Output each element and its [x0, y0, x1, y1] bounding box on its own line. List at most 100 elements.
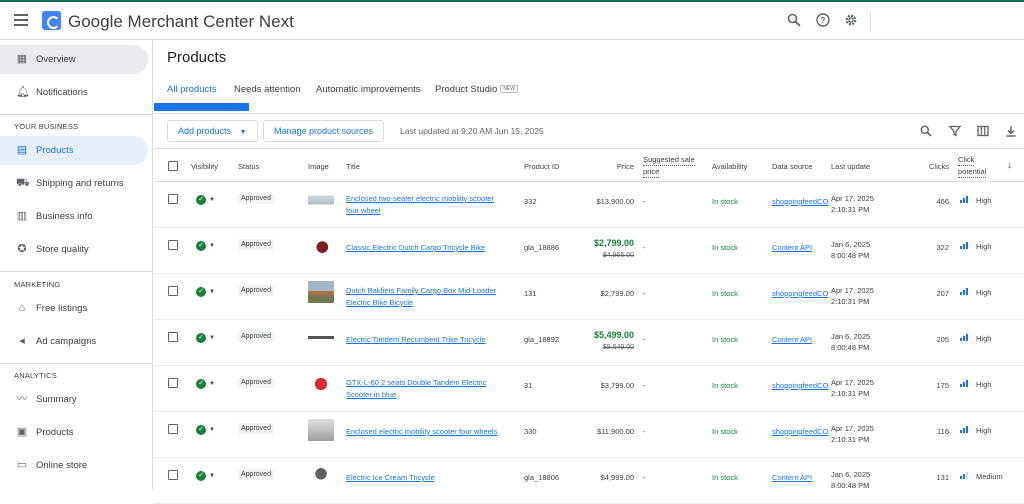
table-row[interactable]: ✓ ▼ Approved GTX-L-60 2 seats Double Tandem… [154, 366, 1024, 412]
col-suggested-price-line2[interactable]: price [643, 166, 660, 178]
col-data-source[interactable]: Data source [772, 162, 812, 171]
product-image[interactable] [308, 281, 334, 303]
check-circle-icon[interactable]: ✓ [196, 333, 206, 343]
chevron-down-icon[interactable]: ▼ [209, 335, 215, 341]
signal-bar [960, 476, 962, 479]
data-source-link[interactable]: shoppingfeedCO [772, 289, 828, 298]
chevron-down-icon[interactable]: ▼ [209, 473, 215, 479]
chevron-down-icon[interactable]: ▼ [209, 381, 215, 387]
table-row[interactable]: ✓ ▼ Approved Electric Ice Cream Tricycle gla… [154, 458, 1024, 504]
col-last-update[interactable]: Last update [831, 162, 870, 171]
col-status[interactable]: Status [238, 162, 259, 171]
table-row[interactable]: ✓ ▼ Approved Classic Electric Dutch Cargo T… [154, 228, 1024, 274]
row-checkbox[interactable] [168, 332, 178, 342]
product-title-link[interactable]: Enclosed two-seater electric mobility sc… [346, 193, 506, 217]
chevron-down-icon[interactable]: ▼ [209, 243, 215, 249]
sidebar-item-online-store[interactable]: ▭ Online store [0, 451, 148, 480]
product-id: 332 [524, 197, 537, 206]
app-title: Google Merchant Center Next [68, 12, 294, 31]
sidebar-item-business-info[interactable]: ▥ Business info [0, 202, 148, 231]
row-checkbox[interactable] [168, 470, 178, 480]
sidebar-item-analytics-products[interactable]: ▣ Products [0, 418, 148, 447]
product-image[interactable] [308, 189, 334, 211]
check-circle-icon[interactable]: ✓ [196, 241, 206, 251]
product-title-link[interactable]: Electric Ice Cream Tricycle [346, 472, 506, 484]
sidebar-item-products[interactable]: ▤ Products [0, 136, 148, 165]
row-checkbox[interactable] [168, 286, 178, 296]
tab-label: Product Studio [435, 84, 498, 95]
table-row[interactable]: ✓ ▼ Approved Electric Tandem Recumbent Trik… [154, 320, 1024, 366]
clicks-count: 322 [936, 243, 949, 252]
menu-icon[interactable] [14, 14, 28, 26]
table-row[interactable]: ✓ ▼ Approved Enclosed two-seater electric m… [154, 182, 1024, 228]
col-suggested-price-line1[interactable]: Suggested sale [643, 154, 695, 166]
tab-automatic-improvements[interactable]: Automatic improvements [316, 84, 421, 95]
clicks-count: 466 [936, 197, 949, 206]
product-image[interactable] [308, 419, 334, 441]
product-image[interactable] [308, 235, 334, 257]
product-image[interactable] [308, 373, 334, 395]
chevron-down-icon[interactable]: ▼ [209, 289, 215, 295]
select-all-checkbox[interactable] [168, 161, 178, 171]
sort-arrow-icon[interactable]: ↓ [1007, 160, 1012, 171]
tab-product-studio[interactable]: Product Studio NEW [435, 84, 518, 95]
data-source-link[interactable]: shoppingfeedCO [772, 381, 828, 390]
row-checkbox[interactable] [168, 378, 178, 388]
product-image[interactable] [308, 327, 334, 349]
col-availability[interactable]: Availability [712, 162, 747, 171]
check-circle-icon[interactable]: ✓ [196, 471, 206, 481]
columns-icon[interactable] [977, 125, 989, 137]
add-products-button[interactable]: Add products ▼ [167, 120, 258, 142]
col-visibility[interactable]: Visibility [191, 162, 218, 171]
table-row[interactable]: ✓ ▼ Approved Enclosed electric mobility sco… [154, 412, 1024, 458]
status-badge: Approved [238, 331, 274, 342]
filter-icon[interactable] [948, 125, 962, 137]
download-icon[interactable] [1005, 125, 1017, 137]
last-update: Apr 17, 2025 2:10:31 PM [831, 193, 874, 215]
signal-bar [963, 474, 965, 479]
row-checkbox[interactable] [168, 240, 178, 250]
product-title-link[interactable]: Dutch Bakfiets Family Cargo Box Mid-Load… [346, 285, 506, 309]
row-checkbox[interactable] [168, 194, 178, 204]
settings-icon[interactable] [843, 13, 859, 29]
product-title-link[interactable]: Classic Electric Dutch Cargo Tricycle Bi… [346, 242, 506, 254]
data-source-link[interactable]: Content API [772, 473, 812, 482]
data-source-link[interactable]: shoppingfeedCO [772, 427, 828, 436]
col-click-potential-line2[interactable]: potential [958, 166, 987, 178]
row-checkbox[interactable] [168, 424, 178, 434]
check-circle-icon[interactable]: ✓ [196, 425, 206, 435]
product-image[interactable] [308, 465, 334, 487]
chevron-down-icon[interactable]: ▼ [209, 427, 215, 433]
col-title[interactable]: Title [346, 162, 360, 171]
table-row[interactable]: ✓ ▼ Approved Dutch Bakfiets Family Cargo Bo… [154, 274, 1024, 320]
sidebar-item-summary[interactable]: 〰 Summary [0, 385, 148, 414]
col-clicks[interactable]: Clicks [919, 162, 949, 171]
col-product-id[interactable]: Product ID [524, 162, 559, 171]
sidebar-item-ad-campaigns[interactable]: ◂ Ad campaigns [0, 327, 148, 356]
sidebar-item-overview[interactable]: ▦ Overview [0, 45, 148, 74]
chevron-down-icon[interactable]: ▼ [209, 197, 215, 203]
product-title-link[interactable]: Electric Tandem Recumbent Trike Tricycle [346, 334, 506, 346]
sidebar-item-notifications[interactable]: 🔔︎ Notifications [0, 78, 148, 107]
check-circle-icon[interactable]: ✓ [196, 287, 206, 297]
search-icon[interactable] [786, 13, 802, 29]
data-source-link[interactable]: Content API [772, 243, 812, 252]
col-click-potential-line1[interactable]: Click [958, 154, 975, 166]
check-circle-icon[interactable]: ✓ [196, 379, 206, 389]
sidebar-item-free-listings[interactable]: ⌂ Free listings [0, 294, 148, 323]
col-price[interactable]: Price [574, 162, 634, 171]
manage-sources-button[interactable]: Manage product sources [263, 120, 385, 142]
sidebar-item-store-quality[interactable]: ✪ Store quality [0, 235, 148, 264]
search-icon[interactable] [920, 125, 932, 137]
check-circle-icon[interactable]: ✓ [196, 195, 206, 205]
data-source-link[interactable]: shoppingfeedCO [772, 197, 828, 206]
tab-needs-attention[interactable]: Needs attention [234, 84, 301, 95]
status-badge: Approved [238, 377, 274, 388]
sidebar-item-shipping[interactable]: ⛟ Shipping and returns [0, 169, 148, 198]
help-icon[interactable]: ? [815, 13, 831, 29]
data-source-link[interactable]: Content API [772, 335, 812, 344]
product-title-link[interactable]: Enclosed electric mobility scooter four … [346, 426, 506, 438]
tab-all-products[interactable]: All products [167, 84, 217, 95]
product-title-link[interactable]: GTX-L-60 2 seats Double Tandem Electric S… [346, 377, 506, 401]
suggested-sale-price: - [643, 427, 646, 436]
